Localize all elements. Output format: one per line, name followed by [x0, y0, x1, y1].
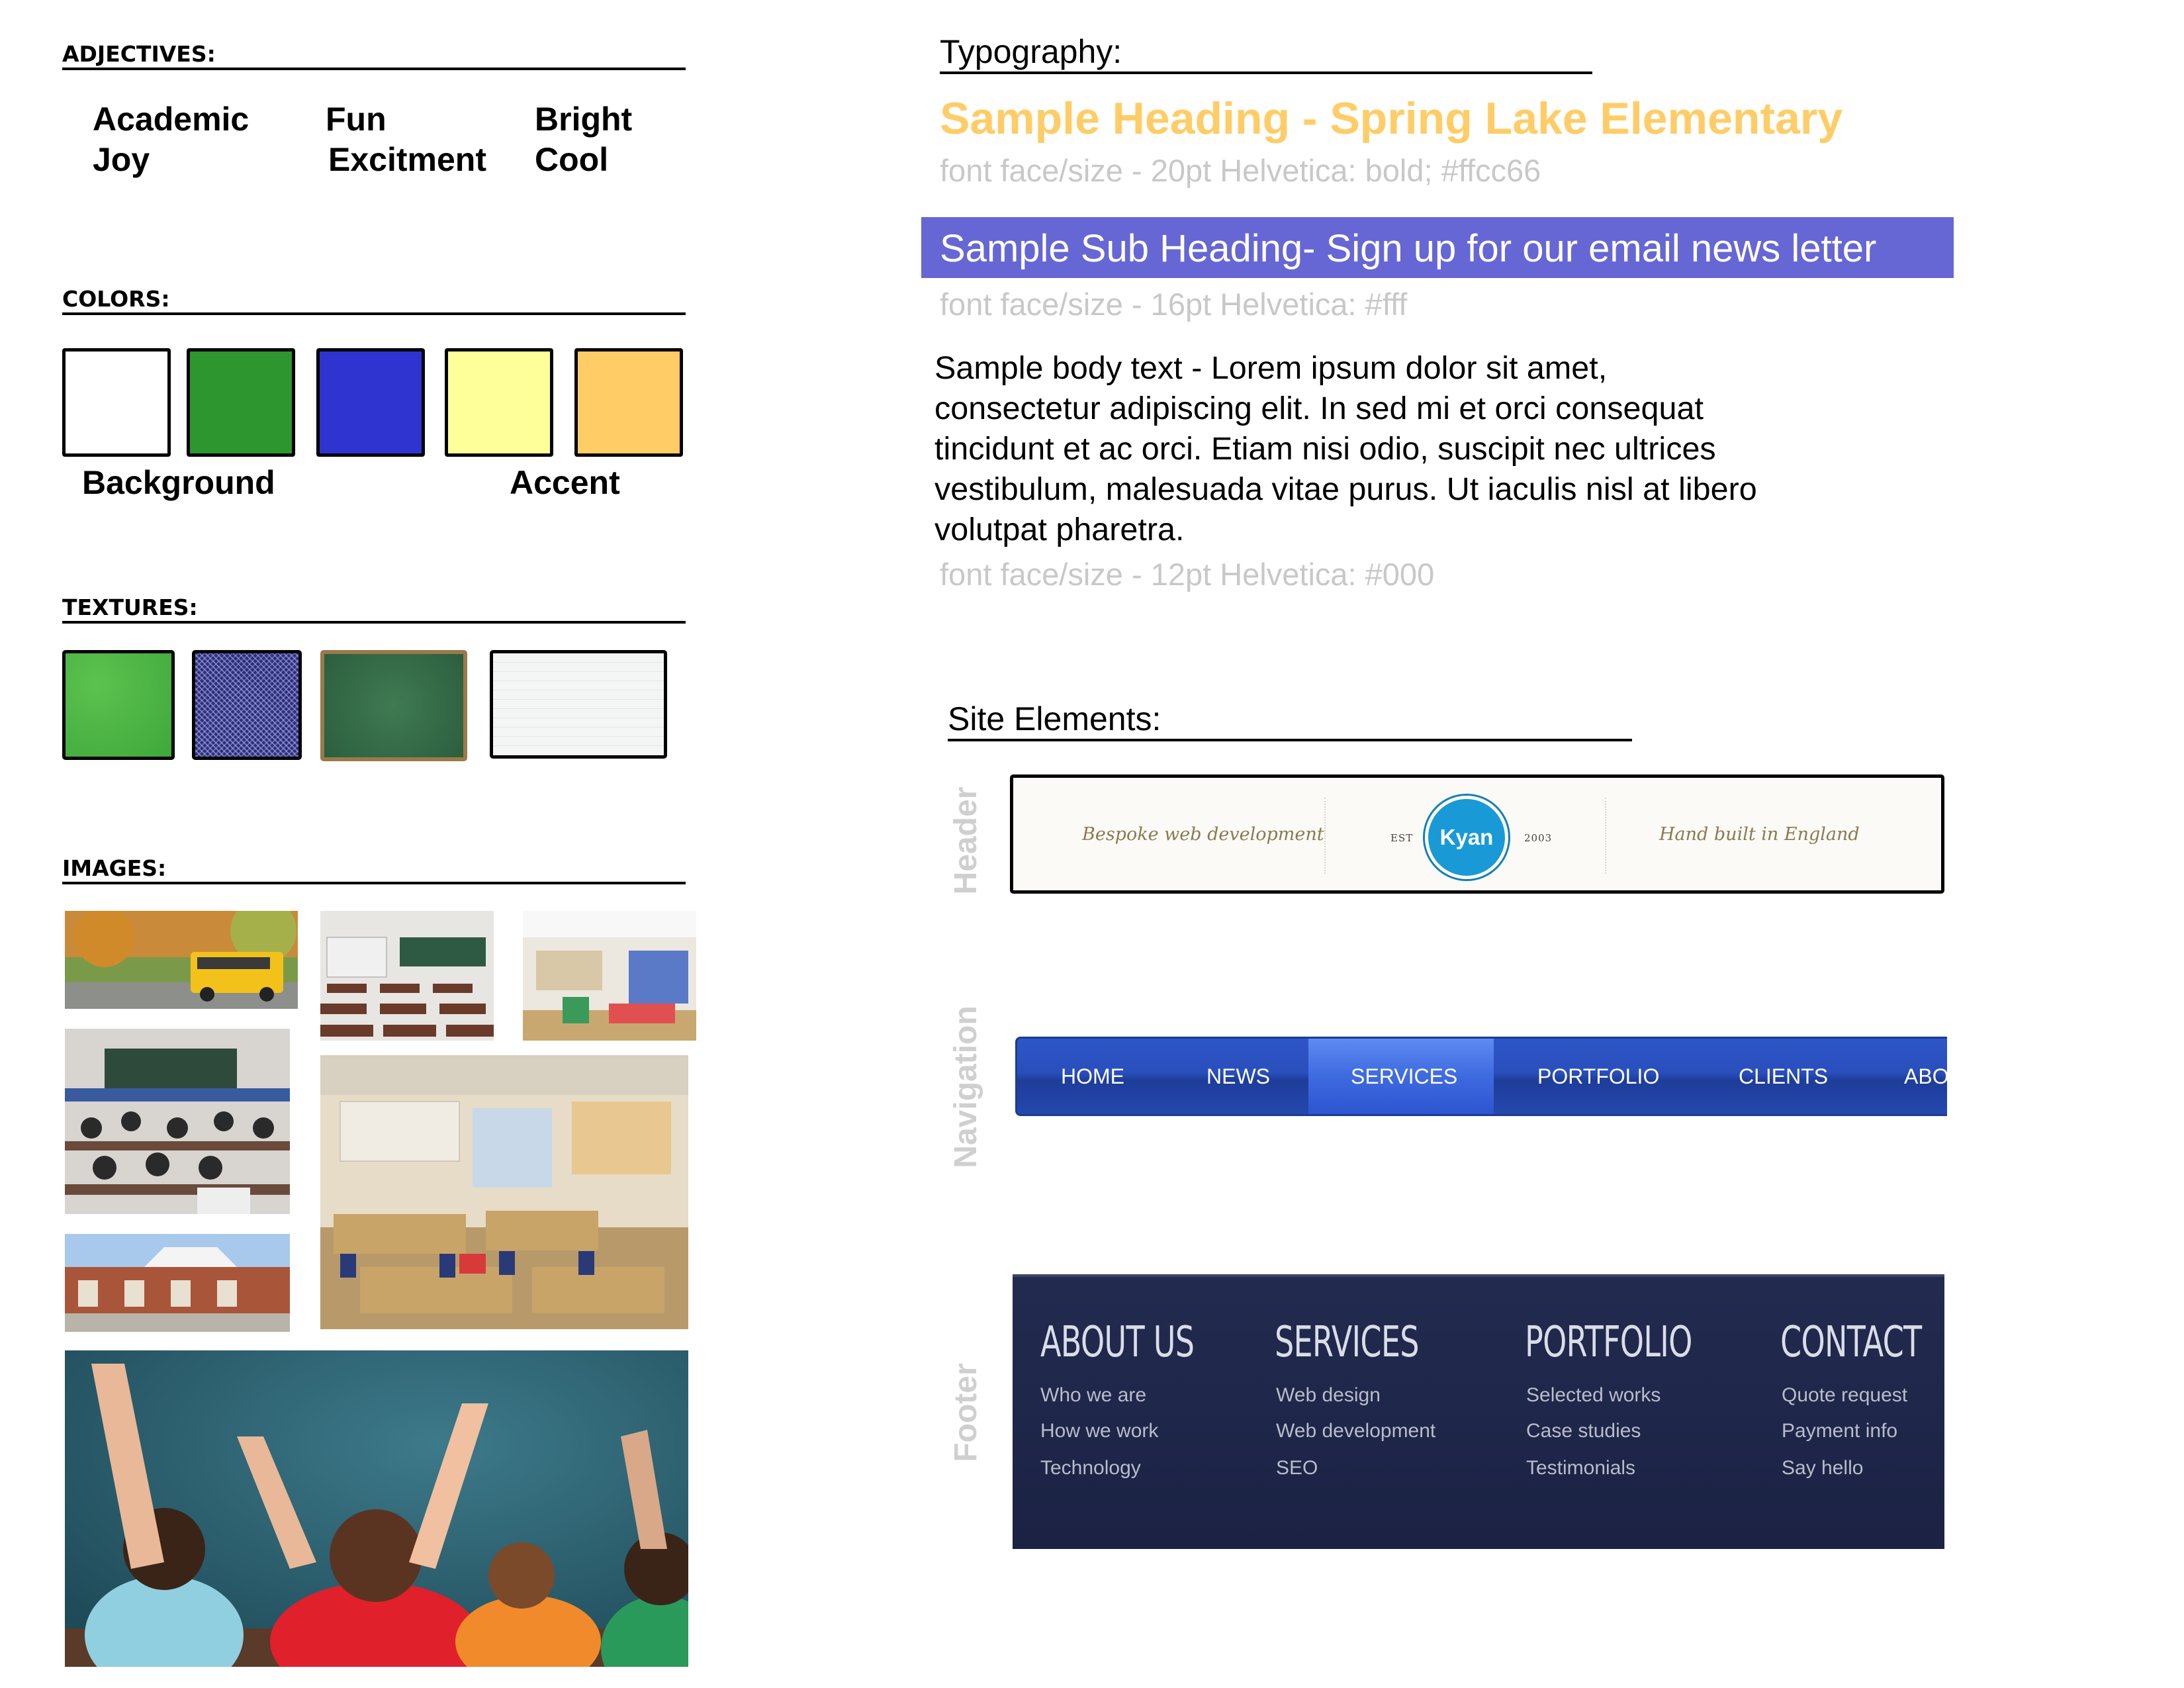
- footer-link[interactable]: How we work: [1040, 1420, 1158, 1442]
- header-divider: [1324, 798, 1326, 874]
- sample-heading: Sample Heading - Spring Lake Elementary: [940, 93, 1843, 144]
- images-heading: IMAGES:: [62, 855, 686, 884]
- adjective-word: Academic: [93, 101, 250, 138]
- footer-heading-about[interactable]: ABOUT US: [1040, 1318, 1195, 1367]
- header-right-tag: Hand built in England: [1659, 824, 1860, 845]
- site-elements-title: Site Elements:: [948, 699, 1632, 741]
- footer-heading-contact[interactable]: CONTACT: [1780, 1318, 1922, 1367]
- adjective-word: Bright: [535, 101, 633, 138]
- header-divider: [1605, 798, 1606, 874]
- school-bus-photo: [65, 911, 298, 1009]
- typography-title: Typography:: [940, 32, 1592, 74]
- classroom-bright-photo: [523, 911, 696, 1041]
- accent-label: Accent: [510, 464, 620, 501]
- subheading-caption: font face/size - 16pt Helvetica: #fff: [940, 287, 1408, 322]
- footer-link[interactable]: Selected works: [1526, 1384, 1661, 1407]
- footer-side-label: Footer: [948, 1363, 983, 1462]
- colors-heading: COLORS:: [62, 286, 686, 315]
- nav-item-portfolio[interactable]: PORTFOLIO: [1537, 1039, 1659, 1114]
- kyan-logo[interactable]: Kyan: [1425, 796, 1508, 879]
- footer-link[interactable]: Case studies: [1526, 1420, 1641, 1442]
- navigation-sample: HOME NEWS SERVICES PORTFOLIO CLIENTS ABO: [1015, 1037, 1947, 1116]
- header-side-label: Header: [948, 786, 983, 895]
- navigation-side-label: Navigation: [948, 1006, 983, 1168]
- adjective-word: Joy: [93, 141, 150, 178]
- adjective-word: Fun: [326, 101, 387, 138]
- nav-item-clients[interactable]: CLIENTS: [1739, 1039, 1828, 1114]
- body-line: volutpat pharetra.: [934, 512, 1185, 547]
- footer-link[interactable]: Web design: [1276, 1384, 1381, 1407]
- textures-heading: TEXTURES:: [62, 594, 686, 624]
- nav-item-news[interactable]: NEWS: [1206, 1039, 1270, 1114]
- body-line: consectetur adipiscing elit. In sed mi e…: [934, 391, 1704, 426]
- header-year-text: 2003: [1524, 832, 1553, 844]
- footer-link[interactable]: Say hello: [1782, 1457, 1863, 1479]
- raised-hands-photo: [65, 1350, 688, 1667]
- sample-subheading: Sample Sub Heading- Sign up for our emai…: [940, 227, 1877, 270]
- header-sample: Bespoke web development EST Kyan 2003 Ha…: [1010, 774, 1944, 894]
- body-line: tincidunt et ac orci. Etiam nisi odio, s…: [934, 431, 1716, 467]
- texture-paper: [490, 650, 667, 759]
- nav-item-home[interactable]: HOME: [1061, 1039, 1124, 1114]
- color-swatch-green: [187, 348, 295, 457]
- school-building-photo: [65, 1234, 290, 1332]
- footer-sample: ABOUT US SERVICES PORTFOLIO CONTACT Who …: [1013, 1274, 1944, 1549]
- color-swatch-blue: [316, 348, 425, 457]
- body-line: Sample body text - Lorem ipsum dolor sit…: [934, 350, 1608, 386]
- classroom-desks-photo: [320, 911, 494, 1041]
- footer-link[interactable]: Testimonials: [1526, 1457, 1635, 1479]
- footer-link[interactable]: Web development: [1276, 1420, 1435, 1442]
- footer-link[interactable]: Who we are: [1040, 1384, 1146, 1407]
- footer-link[interactable]: Technology: [1040, 1457, 1141, 1479]
- adjectives-heading: ADJECTIVES:: [62, 41, 686, 70]
- body-caption: font face/size - 12pt Helvetica: #000: [940, 557, 1435, 592]
- adjective-word: Cool: [535, 141, 609, 178]
- background-label: Background: [82, 464, 275, 501]
- footer-heading-services[interactable]: SERVICES: [1275, 1318, 1419, 1367]
- footer-link[interactable]: SEO: [1276, 1457, 1318, 1479]
- header-est-text: EST: [1390, 832, 1414, 844]
- classroom-tables-photo: [320, 1055, 688, 1329]
- classroom-students-photo: [65, 1029, 290, 1214]
- adjective-word: Excitment: [328, 141, 486, 178]
- footer-link[interactable]: Quote request: [1782, 1384, 1907, 1407]
- header-left-tag: Bespoke web development: [1082, 824, 1324, 845]
- sample-body-text: Sample body text - Lorem ipsum dolor sit…: [934, 348, 1757, 550]
- color-swatch-orange: [574, 348, 683, 457]
- nav-item-services[interactable]: SERVICES: [1351, 1039, 1457, 1114]
- nav-item-about[interactable]: ABO: [1904, 1039, 1947, 1114]
- footer-heading-portfolio[interactable]: PORTFOLIO: [1525, 1318, 1692, 1367]
- color-swatch-yellow: [445, 348, 553, 457]
- texture-blue-pattern: [192, 650, 302, 760]
- body-line: vestibulum, malesuada vitae purus. Ut ia…: [934, 471, 1757, 507]
- color-swatch-white: [62, 348, 171, 457]
- heading-caption: font face/size - 20pt Helvetica: bold; #…: [940, 153, 1541, 188]
- footer-link[interactable]: Payment info: [1782, 1420, 1897, 1442]
- texture-green-felt: [62, 650, 175, 760]
- texture-chalkboard: [320, 650, 467, 761]
